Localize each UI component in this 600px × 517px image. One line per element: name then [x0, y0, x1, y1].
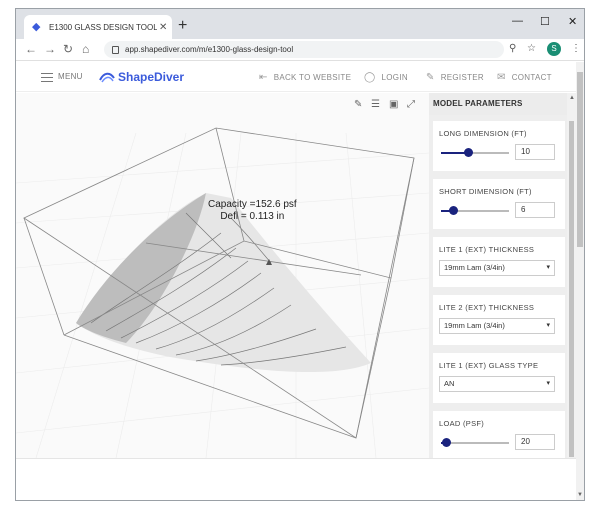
menu-label[interactable]: MENU	[58, 72, 83, 81]
close-window-icon[interactable]: ✕	[568, 15, 577, 28]
home-icon[interactable]: ⌂	[82, 42, 89, 56]
star-icon[interactable]: ☆	[527, 43, 536, 54]
param-label: LITE 1 (EXT) GLASS TYPE	[439, 361, 539, 370]
slider-knob[interactable]	[442, 438, 452, 447]
nav-back-to-website[interactable]: ⇤ BACK TO WEBSITE	[259, 72, 351, 83]
short-dimension-slider[interactable]	[441, 206, 509, 215]
glass-type-select[interactable]: AN ▾	[439, 376, 555, 392]
param-load: LOAD (PSF) 20	[433, 411, 565, 458]
param-label: LONG DIMENSION (FT)	[439, 129, 527, 138]
page-scroll-thumb[interactable]	[577, 72, 583, 247]
capacity-annotation: Capacity =152.6 psf Defl = 0.113 in	[208, 199, 297, 223]
edit-icon: ✎	[426, 72, 435, 83]
select-arrows-icon: ▾	[546, 380, 550, 387]
select-value: 19mm Lam (3/4in)	[444, 321, 505, 330]
forward-arrow-icon[interactable]: →	[44, 42, 56, 56]
param-label: LOAD (PSF)	[439, 419, 485, 428]
param-lite1-glass-type: LITE 1 (EXT) GLASS TYPE AN ▾	[433, 353, 565, 403]
capacity-text: Capacity =152.6 psf	[208, 199, 297, 210]
page-scrollbar[interactable]: ▼	[576, 62, 584, 500]
reload-icon[interactable]: ↻	[63, 42, 73, 56]
browser-window: ◆ E1300 GLASS DESIGN TOOL - Sh ✕ + — ☐ ✕…	[15, 8, 585, 501]
back-arrow-icon[interactable]: ←	[25, 42, 37, 56]
tab-close-icon[interactable]: ✕	[159, 22, 167, 33]
param-label: LITE 2 (EXT) THICKNESS	[439, 303, 535, 312]
user-icon: ◯	[364, 72, 376, 83]
tab-title: E1300 GLASS DESIGN TOOL - Sh	[49, 22, 157, 32]
select-value: 19mm Lam (3/4in)	[444, 263, 505, 272]
fullscreen-icon[interactable]: ⤢	[407, 99, 415, 110]
panel-scroll-thumb[interactable]	[569, 121, 574, 457]
load-slider[interactable]	[441, 438, 509, 447]
pencil-icon[interactable]: ✎	[354, 99, 362, 110]
param-short-dimension: SHORT DIMENSION (FT) 6	[433, 179, 565, 229]
scroll-up-icon[interactable]: ▲	[569, 95, 575, 101]
select-arrows-icon: ▾	[546, 322, 550, 329]
page-footer	[16, 458, 576, 500]
url-text: app.shapediver.com/m/e1300-glass-design-…	[125, 45, 294, 54]
nav-login[interactable]: ◯ LOGIN	[364, 72, 408, 83]
shapediver-logo[interactable]: ShapeDiver	[99, 67, 184, 87]
minimize-icon[interactable]: —	[512, 15, 523, 27]
mail-icon: ✉	[497, 72, 506, 83]
model-render	[16, 127, 429, 458]
more-options-icon[interactable]: ⋮	[571, 43, 581, 54]
shapediver-favicon-icon: ◆	[32, 21, 41, 33]
param-label: LITE 1 (EXT) THICKNESS	[439, 245, 535, 254]
nav-register[interactable]: ✎ REGISTER	[426, 72, 484, 83]
address-bar[interactable]: app.shapediver.com/m/e1300-glass-design-…	[104, 41, 504, 58]
param-long-dimension: LONG DIMENSION (FT) 10	[433, 121, 565, 171]
browser-tab[interactable]: ◆ E1300 GLASS DESIGN TOOL - Sh ✕	[24, 15, 172, 39]
lite2-thickness-select[interactable]: 19mm Lam (3/4in) ▾	[439, 318, 555, 334]
lite1-thickness-select[interactable]: 19mm Lam (3/4in) ▾	[439, 260, 555, 276]
hamburger-menu-icon[interactable]	[41, 73, 53, 82]
nav-label: REGISTER	[440, 73, 484, 82]
slider-knob[interactable]	[464, 148, 474, 157]
param-label: SHORT DIMENSION (FT)	[439, 187, 532, 196]
param-lite2-thickness: LITE 2 (EXT) THICKNESS 19mm Lam (3/4in) …	[433, 295, 565, 345]
param-lite1-thickness: LITE 1 (EXT) THICKNESS 19mm Lam (3/4in) …	[433, 237, 565, 287]
scroll-down-icon[interactable]: ▼	[577, 492, 583, 498]
short-dimension-input[interactable]: 6	[515, 202, 555, 218]
settings-sliders-icon[interactable]: ☰	[371, 99, 380, 110]
panel-scrollbar[interactable]: ▲	[567, 93, 576, 458]
camera-icon[interactable]: ▣	[389, 99, 398, 110]
model-viewport[interactable]: ✎ ☰ ▣ ⤢ Capacity =152.6 psf Defl = 0.113…	[16, 93, 429, 458]
select-arrows-icon: ▾	[546, 264, 550, 271]
key-icon[interactable]: ⚲	[509, 43, 516, 54]
profile-avatar[interactable]: S	[547, 42, 561, 56]
long-dimension-input[interactable]: 10	[515, 144, 555, 160]
logo-text: ShapeDiver	[118, 70, 185, 84]
nav-label: BACK TO WEBSITE	[273, 73, 352, 82]
lock-icon	[112, 45, 119, 54]
app-header: MENU ShapeDiver ⇤ BACK TO WEBSITE ◯ LOGI…	[16, 62, 576, 92]
nav-contact[interactable]: ✉ CONTACT	[497, 72, 552, 83]
panel-title: MODEL PARAMETERS	[429, 93, 576, 115]
title-bar: ◆ E1300 GLASS DESIGN TOOL - Sh ✕ + — ☐ ✕	[16, 9, 584, 39]
new-tab-button[interactable]: +	[178, 17, 187, 35]
nav-label: LOGIN	[381, 73, 408, 82]
select-value: AN	[444, 379, 455, 388]
slider-knob[interactable]	[449, 206, 459, 215]
logo-mark-icon	[99, 72, 115, 83]
long-dimension-slider[interactable]	[441, 148, 509, 157]
deflection-text: Defl = 0.113 in	[220, 211, 285, 222]
nav-label: CONTACT	[511, 73, 552, 82]
model-parameters-panel: MODEL PARAMETERS LONG DIMENSION (FT) 10 …	[429, 93, 576, 458]
load-input[interactable]: 20	[515, 434, 555, 450]
exit-icon: ⇤	[259, 72, 268, 83]
browser-toolbar: ← → ↻ ⌂ app.shapediver.com/m/e1300-glass…	[16, 39, 584, 61]
maximize-icon[interactable]: ☐	[540, 15, 550, 28]
